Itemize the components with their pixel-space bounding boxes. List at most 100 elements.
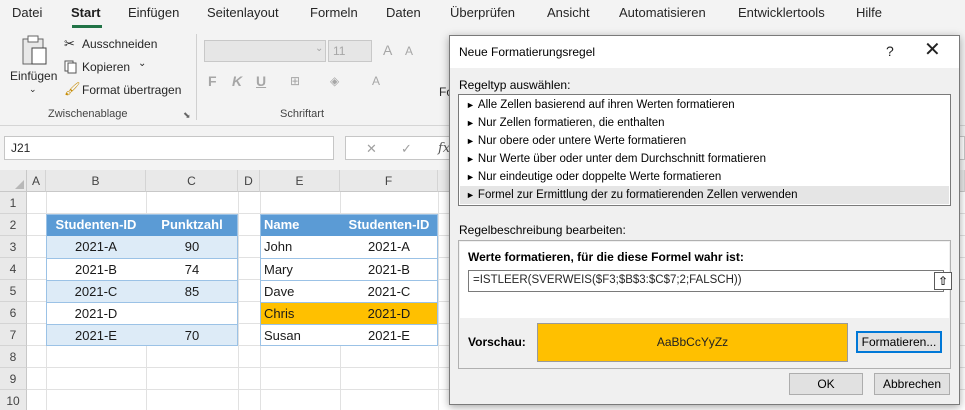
arrow-right-icon: ► bbox=[466, 190, 475, 200]
row-header[interactable]: 8 bbox=[0, 346, 27, 368]
row-header[interactable]: 6 bbox=[0, 302, 27, 324]
table-cell[interactable]: 2021-C bbox=[340, 280, 438, 302]
menu-daten[interactable]: Daten bbox=[386, 5, 421, 20]
row-header[interactable]: 4 bbox=[0, 258, 27, 280]
menu-ueberpruefen[interactable]: Überprüfen bbox=[450, 5, 515, 20]
table-header-cell[interactable]: Studenten-ID bbox=[340, 214, 438, 236]
table-header-cell[interactable]: Punktzahl bbox=[146, 214, 238, 236]
row-header[interactable]: 2 bbox=[0, 214, 27, 236]
paintbrush-icon: 🖌 bbox=[64, 81, 81, 96]
table-cell[interactable]: 70 bbox=[146, 324, 238, 346]
column-header[interactable]: A bbox=[27, 170, 46, 192]
group-separator bbox=[196, 34, 197, 120]
table-cell[interactable]: 2021-E bbox=[46, 324, 146, 346]
menu-start[interactable]: Start bbox=[71, 5, 101, 20]
rule-type-text: Nur eindeutige oder doppelte Werte forma… bbox=[477, 171, 722, 183]
table-cell[interactable]: 2021-A bbox=[46, 236, 146, 258]
table-header-cell[interactable]: Name bbox=[260, 214, 340, 236]
table-cell[interactable]: 2021-D bbox=[46, 302, 146, 324]
rule-type-text: Alle Zellen basierend auf ihren Werten f… bbox=[477, 99, 735, 111]
table-cell[interactable]: Susan bbox=[260, 324, 340, 346]
font-group-label: Schriftart bbox=[280, 108, 325, 120]
name-box[interactable]: J21 bbox=[4, 136, 334, 160]
formula-field[interactable]: =ISTLEER(SVERWEIS($F3;$B$3:$C$7;2;FALSCH… bbox=[468, 270, 952, 292]
rule-description-panel: Werte formatieren, für die diese Formel … bbox=[458, 240, 952, 369]
font-size-combo[interactable]: 11 bbox=[328, 40, 372, 62]
menu-entwicklertools[interactable]: Entwicklertools bbox=[738, 5, 825, 20]
menu-automatisieren[interactable]: Automatisieren bbox=[619, 5, 706, 20]
rule-type-item[interactable]: ► Nur obere oder untere Werte formatieren bbox=[460, 132, 949, 150]
shrink-font-icon[interactable]: A bbox=[405, 44, 413, 58]
dialog-launcher-icon[interactable]: ⬊ bbox=[183, 110, 191, 121]
borders-icon[interactable]: ⊞ bbox=[290, 74, 300, 88]
menu-formeln[interactable]: Formeln bbox=[310, 5, 358, 20]
table-cell[interactable]: John bbox=[260, 236, 340, 258]
cut-button[interactable]: ✂ Ausschneiden bbox=[64, 36, 164, 54]
row-header[interactable]: 9 bbox=[0, 368, 27, 390]
column-header[interactable]: C bbox=[146, 170, 238, 192]
rule-type-label: Regeltyp auswählen: bbox=[459, 78, 571, 92]
rule-type-item-selected[interactable]: ► Formel zur Ermittlung der zu formatiere… bbox=[460, 186, 949, 204]
table-cell[interactable]: 2021-B bbox=[46, 258, 146, 280]
confirm-icon[interactable]: ✓ bbox=[401, 141, 412, 157]
cancel-button[interactable]: Abbrechen bbox=[874, 373, 950, 395]
select-all-corner[interactable] bbox=[0, 170, 27, 192]
menu-hilfe[interactable]: Hilfe bbox=[856, 5, 882, 20]
help-button[interactable]: ? bbox=[886, 43, 894, 59]
table-cell-highlighted[interactable]: Chris bbox=[260, 302, 340, 324]
table-cell[interactable]: 85 bbox=[146, 280, 238, 302]
column-header[interactable]: D bbox=[238, 170, 260, 192]
row-header[interactable]: 5 bbox=[0, 280, 27, 302]
table-cell[interactable] bbox=[146, 302, 238, 324]
row-header[interactable]: 7 bbox=[0, 324, 27, 346]
table-cell-highlighted[interactable]: 2021-D bbox=[340, 302, 438, 324]
underline-button[interactable]: U bbox=[256, 73, 266, 89]
arrow-right-icon: ► bbox=[466, 172, 475, 182]
row-header[interactable]: 1 bbox=[0, 192, 27, 214]
table-cell[interactable]: 2021-B bbox=[340, 258, 438, 280]
table-cell[interactable]: 2021-A bbox=[340, 236, 438, 258]
menu-einfuegen[interactable]: Einfügen bbox=[128, 5, 179, 20]
ok-button[interactable]: OK bbox=[789, 373, 863, 395]
chevron-down-icon: ⌄ bbox=[29, 84, 37, 94]
table-cell[interactable]: 90 bbox=[146, 236, 238, 258]
italic-button[interactable]: K bbox=[232, 73, 242, 89]
column-header[interactable]: F bbox=[340, 170, 438, 192]
paste-button[interactable]: Einfügen ⌄ bbox=[8, 34, 58, 100]
grow-font-icon[interactable]: A bbox=[383, 42, 392, 58]
fill-color-icon[interactable]: ◈ bbox=[330, 74, 339, 88]
menu-datei[interactable]: Datei bbox=[12, 5, 42, 20]
rule-type-item[interactable]: ► Alle Zellen basierend auf ihren Werten … bbox=[460, 96, 949, 114]
close-icon[interactable]: ✕ bbox=[924, 39, 941, 61]
rule-type-list[interactable]: ► Alle Zellen basierend auf ihren Werten … bbox=[458, 94, 951, 206]
table-header-cell[interactable]: Studenten-ID bbox=[46, 214, 146, 236]
rule-type-item[interactable]: ► Nur Werte über oder unter dem Durchschn… bbox=[460, 150, 949, 168]
bold-button[interactable]: F bbox=[208, 73, 217, 89]
font-name-combo[interactable] bbox=[204, 40, 326, 62]
row-header[interactable]: 3 bbox=[0, 236, 27, 258]
menu-ansicht[interactable]: Ansicht bbox=[547, 5, 590, 20]
rule-type-text: Nur Zellen formatieren, die enthalten bbox=[477, 117, 665, 129]
format-painter-button[interactable]: 🖌 Format übertragen bbox=[64, 81, 186, 100]
column-header[interactable]: E bbox=[260, 170, 340, 192]
table-cell[interactable]: 2021-E bbox=[340, 324, 438, 346]
collapse-dialog-icon[interactable]: ⇧ bbox=[934, 272, 952, 290]
column-header[interactable]: B bbox=[46, 170, 146, 192]
copy-label: Kopieren bbox=[82, 60, 131, 74]
table-cell[interactable]: 74 bbox=[146, 258, 238, 280]
format-button[interactable]: Formatieren... bbox=[856, 331, 942, 353]
menu-seitenlayout[interactable]: Seitenlayout bbox=[207, 5, 279, 20]
font-color-icon[interactable]: A bbox=[372, 74, 380, 88]
cancel-icon[interactable]: ✕ bbox=[366, 141, 377, 157]
table-cell[interactable]: Dave bbox=[260, 280, 340, 302]
formula-text: =ISTLEER(SVERWEIS($F3;$B$3:$C$7;2;FALSCH… bbox=[473, 274, 742, 286]
table-cell[interactable]: 2021-C bbox=[46, 280, 146, 302]
row-header[interactable]: 10 bbox=[0, 390, 27, 410]
rule-type-item[interactable]: ► Nur Zellen formatieren, die enthalten bbox=[460, 114, 949, 132]
formula-label: Werte formatieren, für die diese Formel … bbox=[468, 250, 744, 264]
clipboard-icon bbox=[22, 35, 47, 65]
clipboard-group-label: Zwischenablage bbox=[48, 108, 128, 120]
copy-button[interactable]: Kopieren ⌄ bbox=[64, 58, 164, 77]
rule-type-item[interactable]: ► Nur eindeutige oder doppelte Werte form… bbox=[460, 168, 949, 186]
table-cell[interactable]: Mary bbox=[260, 258, 340, 280]
